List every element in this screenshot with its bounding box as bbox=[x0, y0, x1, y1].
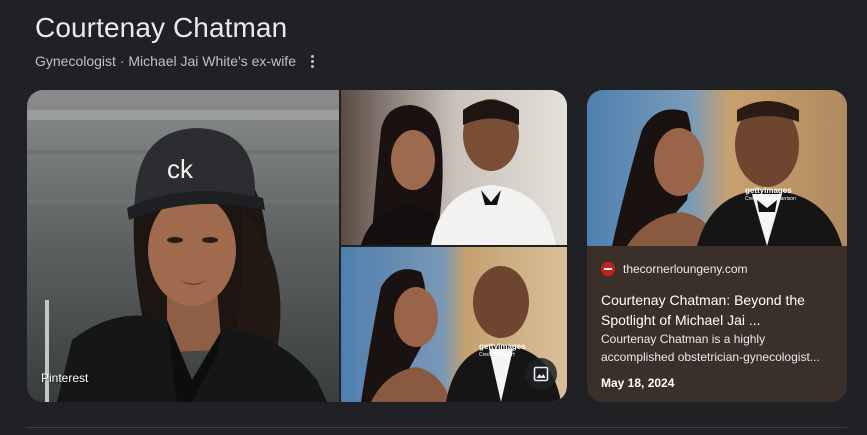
image-gallery: ck Pinterest gettyimages Credit: Frazer … bbox=[27, 90, 567, 402]
page-title[interactable]: Courtenay Chatman bbox=[35, 12, 287, 44]
divider bbox=[27, 427, 847, 428]
site-favicon-icon bbox=[601, 262, 615, 276]
article-headline[interactable]: Courtenay Chatman: Beyond the Spotlight … bbox=[601, 290, 833, 330]
article-snippet: Courtenay Chatman is a highly accomplish… bbox=[601, 332, 820, 364]
image-gallery-icon[interactable] bbox=[525, 358, 557, 390]
subtitle: Gynecologist · Michael Jai White's ex-wi… bbox=[35, 53, 296, 69]
cap-logo: ck bbox=[167, 154, 194, 184]
photo-couple-1[interactable] bbox=[341, 90, 567, 245]
article-card[interactable]: gettyimages Credit: Frazer Harrison theco… bbox=[587, 90, 847, 402]
main-photo[interactable]: ck Pinterest bbox=[27, 90, 339, 402]
card-body: thecornerloungeny.com Courtenay Chatman:… bbox=[587, 246, 847, 402]
site-row[interactable]: thecornerloungeny.com bbox=[601, 262, 748, 276]
photo-couple-2[interactable]: gettyimages Credit: Frazer H bbox=[341, 247, 567, 402]
image-source-label: Pinterest bbox=[41, 371, 89, 385]
getty-watermark: gettyimages Credit: Frazer H bbox=[479, 342, 526, 358]
site-name: thecornerloungeny.com bbox=[623, 262, 748, 276]
getty-watermark: gettyimages Credit: Frazer Harrison bbox=[745, 186, 796, 202]
subtitle-row: Gynecologist · Michael Jai White's ex-wi… bbox=[35, 52, 320, 70]
more-vert-icon[interactable] bbox=[306, 52, 320, 70]
card-image[interactable]: gettyimages Credit: Frazer Harrison bbox=[587, 90, 847, 246]
article-date: May 18, 2024 bbox=[601, 376, 675, 390]
